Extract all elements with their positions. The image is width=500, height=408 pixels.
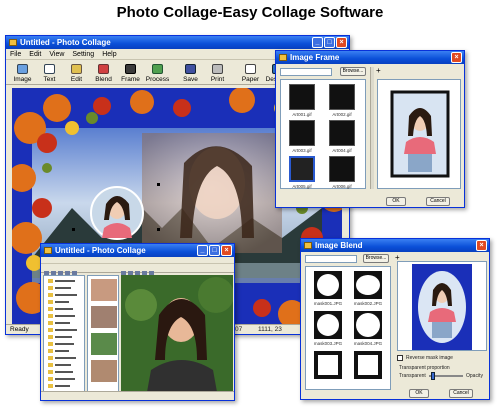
toolbar-paper-button[interactable]: Paper (238, 60, 263, 84)
frame-icon (125, 64, 136, 74)
edit-icon (71, 64, 82, 74)
blend-preview-image (412, 264, 472, 350)
explorer-window-title: Untitled - Photo Collage (55, 246, 146, 255)
frame-ok-button[interactable]: OK (386, 197, 406, 206)
frame-thumb-label: Art002.gif (332, 112, 352, 117)
text-icon (44, 64, 55, 74)
frame-window-title: Image Frame (290, 53, 340, 62)
frame-thumb-label: Art003.gif (292, 148, 312, 153)
process-icon (152, 64, 163, 74)
zoom-icon[interactable]: + (376, 66, 381, 75)
toolbar-frame-button[interactable]: Frame (118, 60, 143, 84)
minimize-button[interactable]: _ (312, 37, 323, 48)
menu-view[interactable]: View (49, 49, 64, 59)
blend-titlebar[interactable]: Image Blend × (301, 239, 489, 252)
transparent-label: Transparent (399, 373, 426, 379)
frame-thumb-label: Art001.gif (292, 112, 312, 117)
frame-thumb[interactable] (329, 120, 355, 146)
blend-app-icon (304, 242, 312, 249)
toolbar-text-button[interactable]: Text (37, 60, 62, 84)
status-coordinates: 1111, 23 (258, 326, 282, 333)
toolbar-blend-button[interactable]: Blend (91, 60, 116, 84)
toolbar-edit-button[interactable]: Edit (64, 60, 89, 84)
blend-close-button[interactable]: × (476, 240, 487, 251)
mask-thumbnails (314, 271, 382, 379)
image-blend-window: Image Blend × Browse... mask001.JPG mask… (300, 238, 490, 400)
maximize-button[interactable]: □ (324, 37, 335, 48)
explorer-menubar (41, 257, 234, 264)
thumbnail-list[interactable] (87, 275, 119, 392)
transparency-slider-thumb[interactable] (431, 372, 435, 380)
toolbar-image-button[interactable]: Image (10, 60, 35, 84)
blend-preview-panel (397, 261, 487, 351)
blend-ok-button[interactable]: OK (409, 389, 429, 398)
menu-file[interactable]: File (10, 49, 21, 59)
frame-folder-select[interactable] (280, 68, 332, 76)
frame-preview-image (386, 86, 454, 182)
frame-thumb-label: Art006.gif (332, 184, 352, 189)
toolbar-save-button[interactable]: Save (178, 60, 203, 84)
explorer-maximize-button[interactable]: □ (209, 245, 220, 256)
paper-icon (245, 64, 256, 74)
thumbnail-images (91, 279, 117, 382)
frame-thumb-label: Art005.gif (292, 184, 312, 189)
frame-thumb[interactable] (289, 120, 315, 146)
image-frame-window: Image Frame × Browse... Art001.gif Art00… (275, 50, 465, 208)
mask-label: mask001.JPG (313, 301, 343, 306)
toolbar-print-button[interactable]: Print (205, 60, 230, 84)
explorer-statusbar (41, 391, 234, 400)
reverse-mask-label: Reverse mask image (406, 355, 453, 361)
main-titlebar[interactable]: Untitled - Photo Collage _ □ × (6, 36, 349, 49)
frame-splitter[interactable] (370, 67, 374, 189)
folder-tree-items (48, 279, 77, 388)
menu-setting[interactable]: Setting (72, 49, 94, 59)
mask-label: mask002.JPG (353, 301, 383, 306)
frame-close-button[interactable]: × (451, 52, 462, 63)
main-window-title: Untitled - Photo Collage (20, 38, 111, 47)
blend-folder-select[interactable] (305, 255, 357, 263)
close-button[interactable]: × (336, 37, 347, 48)
frame-titlebar[interactable]: Image Frame × (276, 51, 464, 64)
explorer-minimize-button[interactable]: _ (197, 245, 208, 256)
photo-preview[interactable] (121, 275, 234, 392)
frame-browse-button[interactable]: Browse... (340, 67, 366, 76)
status-number: 07 (235, 326, 243, 333)
blend-browse-button[interactable]: Browse... (363, 254, 389, 263)
mask-list[interactable]: mask001.JPG mask002.JPG mask003.JPG mask… (305, 266, 391, 390)
menu-edit[interactable]: Edit (29, 49, 41, 59)
explorer-window: Untitled - Photo Collage _ □ × (40, 243, 235, 401)
woman-photo (121, 275, 234, 392)
explorer-toolbar (41, 265, 234, 276)
explorer-titlebar[interactable]: Untitled - Photo Collage _ □ × (41, 244, 234, 257)
frame-thumb[interactable] (329, 156, 355, 182)
mask-label: mask004.JPG (353, 341, 383, 346)
app-icon (9, 39, 17, 46)
frame-cancel-button[interactable]: Cancel (426, 197, 450, 206)
frame-thumb-label: Art004.gif (332, 148, 352, 153)
frame-thumb-list[interactable]: Art001.gif Art002.gif Art003.gif Art004.… (280, 79, 366, 189)
explorer-app-icon (44, 247, 52, 254)
frame-preview-panel (377, 79, 461, 189)
frame-thumb[interactable] (289, 84, 315, 110)
frame-thumb-selected[interactable] (289, 156, 315, 182)
explorer-close-button[interactable]: × (221, 245, 232, 256)
reverse-mask-checkbox[interactable] (397, 355, 403, 361)
page-headline: Photo Collage-Easy Collage Software (116, 4, 384, 21)
image-icon (17, 64, 28, 74)
mask-label: mask003.JPG (313, 341, 343, 346)
blend-cancel-button[interactable]: Cancel (449, 389, 473, 398)
opacity-label: Opacity (466, 373, 483, 379)
transparency-group-label: Transparent proportion (399, 365, 450, 371)
blend-icon (98, 64, 109, 74)
folder-tree[interactable] (43, 275, 85, 392)
save-icon (185, 64, 196, 74)
print-icon (212, 64, 223, 74)
frame-thumb[interactable] (329, 84, 355, 110)
menu-help[interactable]: Help (102, 49, 116, 59)
blend-window-title: Image Blend (315, 241, 363, 250)
toolbar-process-button[interactable]: Process (145, 60, 170, 84)
frame-app-icon (279, 54, 287, 61)
